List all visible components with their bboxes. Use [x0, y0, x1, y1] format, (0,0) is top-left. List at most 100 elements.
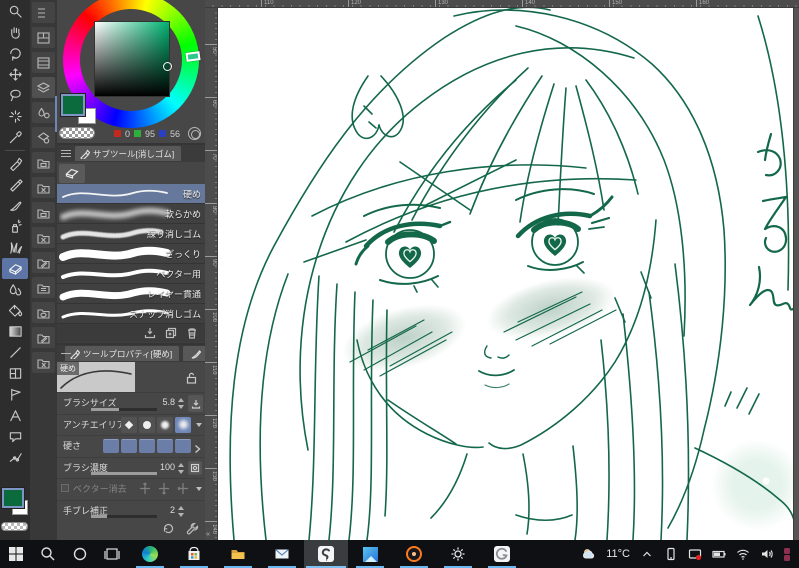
magic-wand-icon[interactable] [2, 106, 28, 127]
quick-access-palette-icon[interactable] [32, 2, 55, 23]
density-slider[interactable] [91, 472, 157, 475]
brush-size-slider[interactable] [91, 407, 157, 411]
balloon-tool-icon[interactable] [2, 426, 28, 447]
move-tool-icon[interactable] [2, 64, 28, 85]
brush-size-preset-button[interactable] [188, 395, 203, 412]
tray-capture-icon[interactable] [683, 540, 707, 568]
task-view-button[interactable] [96, 540, 128, 568]
drawing-canvas[interactable] [218, 8, 793, 540]
taskbar-mail[interactable] [260, 540, 304, 568]
sub-view-palette-icon[interactable] [32, 27, 55, 48]
hardness-5[interactable] [175, 439, 191, 453]
pencil-tool-icon[interactable] [2, 174, 28, 195]
hardness-3[interactable] [139, 439, 155, 453]
subtool-item-rough[interactable]: ざっくり [57, 244, 205, 264]
density-option-button[interactable] [188, 460, 202, 475]
reset-settings-icon[interactable] [162, 522, 175, 535]
tray-wifi-icon[interactable] [731, 540, 755, 568]
color-wheel-palette-icon[interactable] [32, 77, 55, 98]
cortana-button[interactable] [64, 540, 96, 568]
sv-cursor[interactable] [163, 62, 172, 71]
brush-tool-icon[interactable] [2, 195, 28, 216]
transparent-color-strip[interactable] [59, 127, 95, 139]
material-palette-icon-7[interactable] [32, 302, 55, 323]
subtool-item-soft[interactable]: 軟らかめ [57, 204, 205, 224]
subtool-item-layer-through[interactable]: レイヤー貫通 [57, 284, 205, 304]
vector-erase-caret-icon[interactable] [196, 487, 202, 491]
layout-palette-icon[interactable] [32, 52, 55, 73]
vector-erase-checkbox[interactable] [61, 484, 69, 492]
panel-menu-icon[interactable] [61, 150, 71, 157]
brush-detail-tab[interactable] [183, 346, 205, 361]
fill-tool-icon[interactable] [2, 300, 28, 321]
color-history-palette-icon[interactable] [32, 127, 55, 148]
delete-subtool-icon[interactable] [186, 327, 198, 339]
lock-icon[interactable] [186, 371, 197, 384]
subtool-item-vector[interactable]: ベクター用 [57, 264, 205, 284]
tray-app-partial-icon[interactable] [779, 540, 799, 568]
hardness-1[interactable] [103, 439, 119, 453]
panel-collapse-icon[interactable]: « [206, 531, 210, 538]
taskbar-photos[interactable] [348, 540, 392, 568]
stabilization-slider[interactable] [91, 515, 157, 518]
erase-whole-line-icon[interactable] [177, 482, 189, 495]
material-palette-icon-4[interactable] [32, 227, 55, 248]
taskbar-store[interactable] [172, 540, 216, 568]
antialias-caret-icon[interactable] [196, 422, 202, 427]
text-tool-icon[interactable] [2, 405, 28, 426]
tray-battery-icon[interactable] [707, 540, 731, 568]
import-subtool-icon[interactable] [144, 327, 156, 339]
hardness-2[interactable] [121, 439, 137, 453]
ruler-flag-tool-icon[interactable] [2, 384, 28, 405]
taskbar-edge[interactable] [128, 540, 172, 568]
tray-volume-icon[interactable] [755, 540, 779, 568]
start-button[interactable] [0, 540, 32, 568]
density-value[interactable]: 100 [160, 462, 175, 472]
eyedropper-icon[interactable] [2, 127, 28, 148]
antialias-none[interactable] [121, 416, 137, 433]
frame-border-tool-icon[interactable] [2, 363, 28, 384]
hardness-4[interactable] [157, 439, 173, 453]
material-palette-icon-6[interactable] [32, 277, 55, 298]
hand-tool-icon[interactable] [2, 22, 28, 43]
erase-touched-icon[interactable] [139, 482, 151, 495]
rotate-tool-icon[interactable] [2, 43, 28, 64]
canvas-scrollbar[interactable] [793, 8, 799, 540]
taskbar-clip-studio-paint[interactable] [304, 540, 348, 568]
eraser-tool-icon[interactable] [2, 258, 28, 279]
antialias-weak[interactable] [139, 416, 155, 433]
weather-widget[interactable] [577, 540, 601, 568]
approximate-color-palette-icon[interactable] [32, 102, 55, 123]
pen-tool-icon[interactable] [2, 153, 28, 174]
material-palette-icon-1[interactable] [32, 152, 55, 173]
tray-phone-icon[interactable] [659, 540, 683, 568]
line-correction-tool-icon[interactable] [2, 447, 28, 468]
figure-tool-icon[interactable] [2, 342, 28, 363]
search-button[interactable] [32, 540, 64, 568]
taskbar-file-explorer[interactable] [216, 540, 260, 568]
lasso-tool-icon[interactable] [2, 85, 28, 106]
duplicate-subtool-icon[interactable] [165, 327, 177, 339]
airbrush-tool-icon[interactable] [2, 216, 28, 237]
hardness-expand-icon[interactable] [194, 441, 201, 454]
material-palette-icon-9[interactable] [32, 352, 55, 373]
color-mode-toggle-icon[interactable] [188, 127, 201, 140]
temperature[interactable]: 11°C [601, 540, 635, 568]
blend-tool-icon[interactable] [2, 279, 28, 300]
material-palette-icon-5[interactable] [32, 252, 55, 273]
material-palette-icon-3[interactable] [32, 202, 55, 223]
density-stepper[interactable] [178, 462, 185, 474]
erase-to-intersection-icon[interactable] [158, 482, 170, 495]
stabilization-value[interactable]: 2 [170, 505, 175, 515]
brush-size-value[interactable]: 5.8 [162, 397, 175, 407]
material-palette-icon-2[interactable] [32, 177, 55, 198]
foreground-color-swatch[interactable] [2, 488, 24, 508]
taskbar-music-app[interactable] [392, 540, 436, 568]
antialias-middle[interactable] [157, 416, 173, 433]
saturation-value-square[interactable] [95, 22, 169, 96]
wrench-icon[interactable] [186, 522, 199, 535]
taskbar-clip-studio[interactable] [480, 540, 524, 568]
hue-marker[interactable] [185, 51, 201, 62]
brush-size-stepper[interactable] [178, 398, 185, 409]
toolprop-tab[interactable]: ツールプロパティ[硬め] [65, 346, 180, 361]
